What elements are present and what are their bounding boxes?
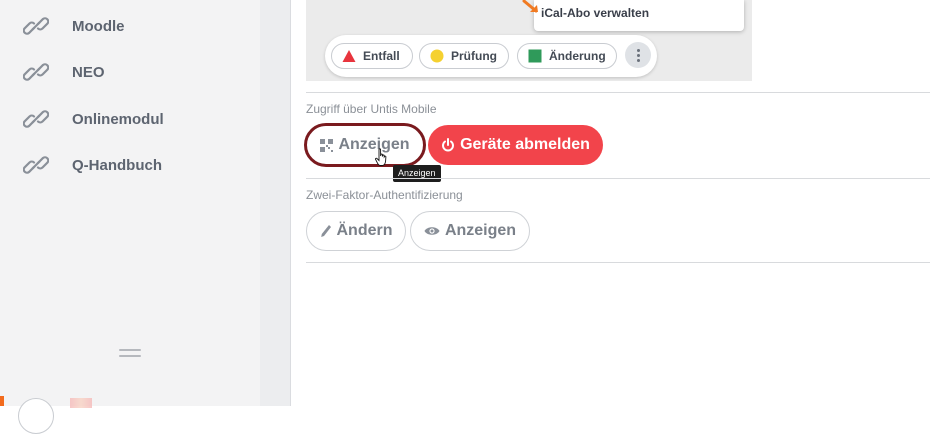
active-indicator — [0, 396, 4, 406]
highlight-ring — [304, 123, 426, 167]
green-square-icon — [528, 49, 542, 63]
sidebar-item-onlinemodul[interactable]: Onlinemodul — [22, 104, 164, 134]
arrow-icon — [522, 0, 538, 13]
tooltip: Anzeigen — [393, 165, 441, 182]
hand-cursor-icon — [375, 148, 387, 166]
logout-devices-button[interactable]: Geräte abmelden — [428, 125, 603, 165]
eye-icon — [424, 225, 440, 237]
link-icon — [22, 105, 50, 133]
sidebar: Moodle NEO Onlinemodul Q-Handbuch — [0, 0, 260, 434]
link-icon — [22, 151, 50, 179]
more-vertical-icon[interactable] — [625, 42, 651, 68]
section-label-untis: Zugriff über Untis Mobile — [306, 102, 437, 116]
logo — [70, 398, 92, 408]
button-label: Ändern — [336, 222, 393, 239]
sidebar-item-q-handbuch[interactable]: Q-Handbuch — [22, 150, 162, 180]
legend-chip-entfall[interactable]: Entfall — [331, 43, 413, 69]
sidebar-item-label: Moodle — [72, 17, 125, 35]
link-icon — [22, 12, 50, 40]
legend-chip-pruefung[interactable]: Prüfung — [419, 43, 509, 69]
avatar[interactable] — [18, 398, 54, 434]
legend-label: Entfall — [363, 49, 400, 63]
ical-popup[interactable]: iCal-Abo verwalten — [522, 0, 744, 31]
sidebar-item-moodle[interactable]: Moodle — [22, 11, 125, 41]
link-icon — [22, 58, 50, 86]
divider — [306, 262, 930, 263]
ical-popup-label[interactable]: iCal-Abo verwalten — [541, 6, 649, 20]
red-triangle-icon — [342, 50, 356, 62]
sidebar-item-label: Onlinemodul — [72, 110, 164, 128]
legend-label: Prüfung — [451, 49, 497, 63]
drag-handle-icon[interactable] — [119, 349, 141, 360]
yellow-circle-icon — [430, 49, 444, 63]
section-label-2fa: Zwei-Faktor-Authentifizierung — [306, 188, 463, 202]
power-icon — [441, 138, 455, 152]
divider — [306, 92, 930, 93]
show-2fa-button[interactable]: Anzeigen — [410, 211, 530, 251]
sidebar-item-label: Q-Handbuch — [72, 156, 162, 174]
button-label: Geräte abmelden — [460, 136, 590, 153]
sidebar-divider[interactable] — [260, 0, 291, 406]
pencil-icon — [320, 224, 332, 238]
sidebar-item-label: NEO — [72, 63, 105, 81]
legend-bar: Entfall Prüfung Änderung — [325, 35, 657, 77]
legend-chip-aenderung[interactable]: Änderung — [517, 43, 617, 69]
legend-label: Änderung — [549, 49, 606, 63]
button-label: Anzeigen — [444, 222, 517, 239]
change-2fa-button[interactable]: Ändern — [306, 211, 406, 251]
sidebar-item-neo[interactable]: NEO — [22, 57, 105, 87]
divider — [306, 178, 930, 179]
